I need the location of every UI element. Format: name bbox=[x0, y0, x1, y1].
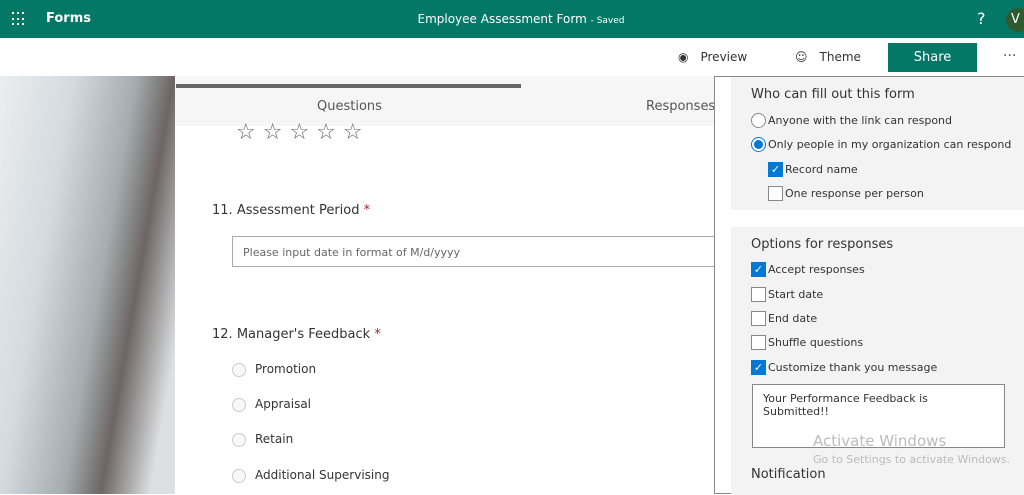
checkbox-icon bbox=[751, 287, 766, 302]
share-button[interactable]: Share bbox=[888, 43, 977, 72]
checkbox-label: Customize thank you message bbox=[768, 361, 938, 374]
theme-button[interactable]: ☺ Theme bbox=[795, 50, 861, 64]
option-appraisal[interactable]: Appraisal bbox=[232, 397, 311, 412]
palette-icon: ☺ bbox=[795, 50, 808, 64]
preview-button[interactable]: ◉ Preview bbox=[678, 50, 747, 64]
avatar[interactable]: V bbox=[1006, 8, 1024, 32]
rating-stars[interactable]: ☆☆☆☆☆ bbox=[236, 120, 370, 145]
checkbox-icon bbox=[768, 186, 783, 201]
option-label: Promotion bbox=[255, 362, 317, 376]
checkbox-icon bbox=[751, 335, 766, 350]
checkbox-label: Start date bbox=[768, 288, 824, 301]
checkbox-record-name[interactable]: ✓ Record name bbox=[768, 162, 858, 177]
tab-questions[interactable]: Questions bbox=[317, 99, 382, 114]
checkbox-customize-thank-you[interactable]: ✓ Customize thank you message bbox=[751, 360, 937, 375]
activate-windows-watermark: Activate Windows bbox=[813, 432, 947, 450]
radio-icon bbox=[232, 397, 246, 412]
preview-label: Preview bbox=[700, 50, 748, 64]
option-retain[interactable]: Retain bbox=[232, 432, 293, 447]
form-title-text: Employee Assessment Form bbox=[417, 12, 587, 26]
required-marker: * bbox=[363, 203, 371, 218]
checkbox-shuffle-questions[interactable]: Shuffle questions bbox=[751, 335, 863, 350]
checkbox-label: Record name bbox=[785, 163, 858, 176]
checkbox-end-date[interactable]: End date bbox=[751, 311, 817, 326]
question-11-title: 11. Assessment Period * bbox=[212, 203, 370, 218]
question-text: Assessment Period bbox=[236, 203, 360, 218]
activate-windows-subtext: Go to Settings to activate Windows. bbox=[813, 453, 1011, 466]
radio-icon bbox=[232, 362, 246, 377]
radio-icon bbox=[232, 468, 246, 483]
notification-title: Notification bbox=[751, 467, 826, 482]
radio-label: Only people in my organization can respo… bbox=[768, 138, 1012, 151]
question-number: 11. bbox=[212, 203, 233, 218]
checkbox-label: One response per person bbox=[785, 187, 924, 200]
radio-icon bbox=[751, 113, 766, 128]
tab-responses[interactable]: Responses bbox=[646, 99, 715, 114]
theme-label: Theme bbox=[819, 50, 861, 64]
question-text: Manager's Feedback bbox=[236, 327, 371, 342]
checkbox-label: Accept responses bbox=[768, 263, 865, 276]
option-label: Additional Supervising bbox=[255, 468, 390, 482]
radio-selected-icon bbox=[751, 137, 766, 152]
toolbar: ◉ Preview ☺ Theme bbox=[0, 38, 1024, 76]
checkbox-start-date[interactable]: Start date bbox=[751, 287, 823, 302]
help-icon[interactable]: ? bbox=[977, 9, 986, 28]
save-status: - Saved bbox=[590, 16, 625, 26]
top-bar: Forms Employee Assessment Form - Saved ?… bbox=[0, 0, 1024, 38]
responses-title: Options for responses bbox=[751, 237, 894, 252]
eye-icon: ◉ bbox=[678, 50, 689, 64]
checkbox-accept-responses[interactable]: ✓ Accept responses bbox=[751, 262, 865, 277]
form-title: Employee Assessment Form - Saved bbox=[0, 12, 1024, 26]
checkbox-label: Shuffle questions bbox=[768, 336, 864, 349]
active-tab-indicator bbox=[176, 84, 521, 88]
checkbox-checked-icon: ✓ bbox=[751, 262, 766, 277]
checkbox-one-response[interactable]: One response per person bbox=[768, 186, 924, 201]
assessment-period-input[interactable]: Please input date in format of M/d/yyyy bbox=[232, 236, 722, 267]
more-options-icon[interactable]: ··· bbox=[1003, 48, 1016, 64]
checkbox-icon bbox=[751, 311, 766, 326]
radio-organization[interactable]: Only people in my organization can respo… bbox=[751, 137, 1011, 152]
radio-label: Anyone with the link can respond bbox=[768, 114, 953, 127]
option-promotion[interactable]: Promotion bbox=[232, 362, 316, 377]
radio-icon bbox=[232, 432, 246, 447]
checkbox-label: End date bbox=[768, 312, 818, 325]
who-title: Who can fill out this form bbox=[751, 87, 915, 102]
question-12-title: 12. Manager's Feedback * bbox=[212, 327, 381, 342]
radio-anyone[interactable]: Anyone with the link can respond bbox=[751, 113, 952, 128]
option-label: Appraisal bbox=[255, 397, 312, 411]
required-marker: * bbox=[374, 327, 381, 342]
question-number: 12. bbox=[212, 327, 233, 342]
who-can-fill-section: Who can fill out this form Anyone with t… bbox=[731, 77, 1024, 210]
checkbox-checked-icon: ✓ bbox=[768, 162, 783, 177]
theme-background-image bbox=[0, 76, 175, 494]
option-additional-supervising[interactable]: Additional Supervising bbox=[232, 468, 389, 483]
checkbox-checked-icon: ✓ bbox=[751, 360, 766, 375]
option-label: Retain bbox=[255, 432, 294, 446]
